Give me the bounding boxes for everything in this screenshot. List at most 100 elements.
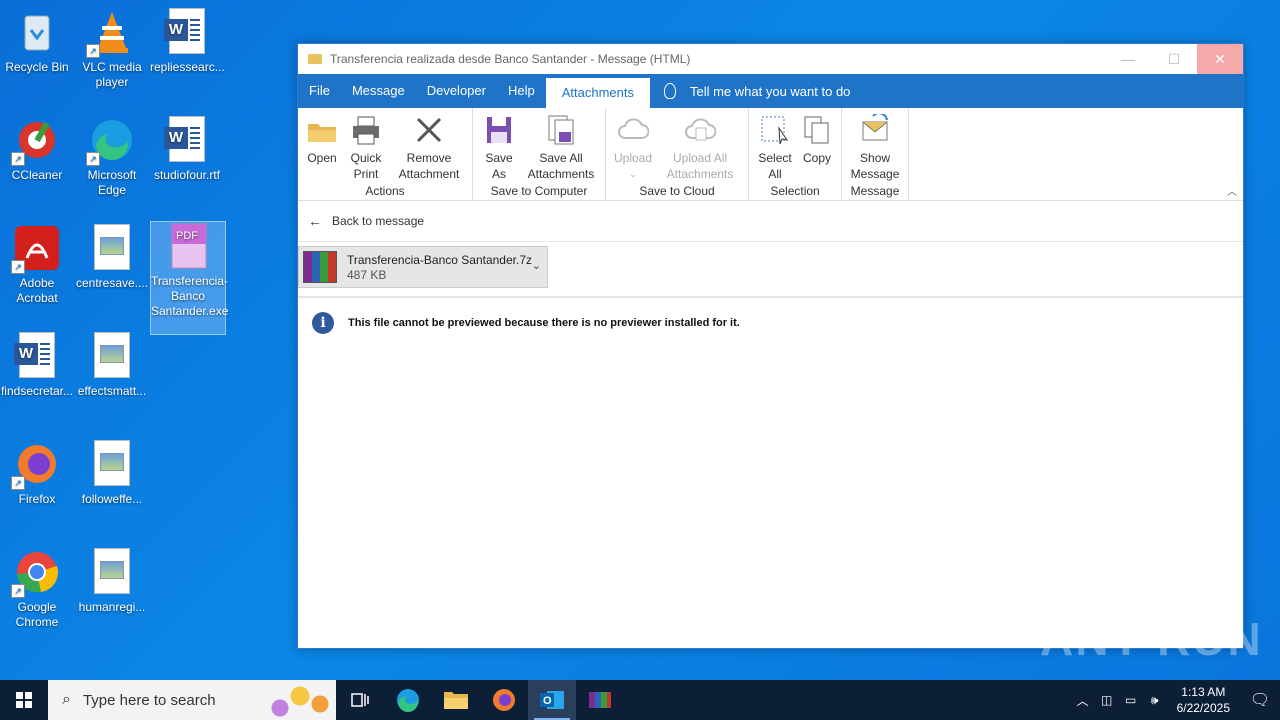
desktop-icon-label: Transferencia-Banco Santander.exe	[151, 274, 229, 318]
attachment-name: Transferencia-Banco Santander.7z	[347, 253, 532, 267]
svg-text:O: O	[543, 695, 552, 707]
desktop-icon-transferencia-exe[interactable]: PDF Transferencia-Banco Santander.exe	[150, 221, 229, 335]
notifications-icon[interactable]: 🗨	[1240, 690, 1280, 710]
clock-date: 6/22/2025	[1176, 701, 1230, 715]
taskbar-edge-button[interactable]	[384, 680, 432, 720]
tab-attachments[interactable]: Attachments	[545, 78, 650, 108]
start-button[interactable]	[0, 680, 48, 720]
desktop-icon-adobe-acrobat[interactable]: ↗ Adobe Acrobat	[0, 224, 74, 306]
show-message-icon	[859, 112, 891, 146]
desktop-icon-centresave[interactable]: centresave....	[75, 224, 149, 291]
desktop-icon-vlc[interactable]: ↗ VLC media player	[75, 8, 149, 90]
chevron-down-icon[interactable]: ⌄	[532, 259, 541, 272]
taskbar-file-explorer-button[interactable]	[432, 680, 480, 720]
search-placeholder: Type here to search	[82, 691, 216, 709]
meet-now-icon[interactable]: ◫	[1095, 693, 1119, 707]
close-button[interactable]: ✕	[1197, 44, 1243, 74]
taskbar-winrar-button[interactable]	[576, 680, 624, 720]
preview-message-text: This file cannot be previewed because th…	[348, 317, 740, 329]
copy-icon	[801, 114, 833, 146]
image-file-icon	[88, 332, 136, 380]
quick-print-button[interactable]: Quick Print	[342, 112, 390, 184]
ribbon-group-selection: Select All Copy Selection	[749, 108, 843, 200]
chevron-up-icon[interactable]: ︿	[1071, 692, 1095, 709]
folder-icon	[444, 692, 468, 709]
tab-developer[interactable]: Developer	[416, 74, 497, 108]
back-to-message-link[interactable]: ← Back to message	[298, 201, 1243, 242]
tab-help[interactable]: Help	[497, 74, 546, 108]
taskbar-outlook-button[interactable]: O	[528, 680, 576, 720]
upload-label: Upload	[614, 151, 653, 165]
quick-print-label: Quick Print	[350, 151, 382, 181]
acrobat-icon: ↗	[11, 224, 61, 274]
attachment-item[interactable]: Transferencia-Banco Santander.7z 487 KB …	[298, 246, 548, 288]
window-title: Transferencia realizada desde Banco Sant…	[330, 52, 691, 66]
copy-label: Copy	[803, 151, 832, 165]
desktop-icon-repliessearc[interactable]: W repliessearc...	[150, 8, 225, 75]
shortcut-arrow-icon: ↗	[86, 152, 100, 166]
maximize-button[interactable]: ☐	[1151, 44, 1197, 74]
minimize-button[interactable]: —	[1105, 44, 1151, 74]
lightbulb-icon	[663, 83, 676, 99]
recycle-bin-icon	[13, 8, 61, 56]
save-all-attachments-button[interactable]: Save All Attachments	[521, 112, 601, 184]
word-document-icon: W	[13, 332, 61, 380]
shortcut-arrow-icon: ↗	[11, 476, 25, 490]
back-arrow-icon: ←	[308, 213, 322, 229]
save-all-attachments-label: Save All Attachments	[527, 151, 595, 181]
desktop-icon-label: followeffe...	[81, 492, 143, 506]
info-icon: i	[312, 312, 334, 334]
save-disk-icon	[483, 114, 515, 146]
select-all-label: Select All	[758, 151, 792, 181]
tab-message[interactable]: Message	[341, 74, 416, 108]
edge-icon	[397, 689, 419, 713]
system-tray: ︿ ◫ ▭ 🕪 1:13 AM 6/22/2025 🗨	[1071, 684, 1280, 716]
desktop-icon-ccleaner[interactable]: ↗ CCleaner	[0, 116, 74, 183]
remove-attachment-label: Remove Attachment	[398, 151, 460, 181]
desktop-icon-label: effectsmatt...	[77, 384, 147, 398]
remove-attachment-button[interactable]: Remove Attachment	[390, 112, 468, 184]
image-file-icon	[88, 224, 136, 272]
network-icon[interactable]: ▭	[1119, 693, 1143, 707]
desktop-icon-label: studiofour.rtf	[153, 168, 221, 182]
pdf-disguised-exe-icon: PDF	[164, 222, 212, 270]
tell-me-search[interactable]: Tell me what you want to do	[650, 74, 850, 108]
collapse-ribbon-icon[interactable]: ︿	[1227, 183, 1237, 198]
desktop-icon-label: Google Chrome	[15, 600, 59, 629]
upload-button[interactable]: Upload ⌄	[610, 112, 656, 184]
firefox-icon: ↗	[11, 440, 61, 490]
tab-file[interactable]: File	[298, 74, 341, 108]
copy-button[interactable]: Copy	[797, 112, 837, 184]
taskbar-firefox-button[interactable]	[480, 680, 528, 720]
desktop-icon-effectsmatt[interactable]: effectsmatt...	[75, 332, 149, 399]
group-label: Selection	[770, 184, 820, 198]
chrome-icon: ↗	[11, 548, 61, 598]
edge-icon: ↗	[86, 116, 136, 166]
upload-all-attachments-button[interactable]: Upload All Attachments	[656, 112, 744, 184]
desktop-icon-recycle-bin[interactable]: Recycle Bin	[0, 8, 74, 75]
save-as-button[interactable]: Save As	[477, 112, 521, 184]
desktop-icon-findsecretar[interactable]: W findsecretar...	[0, 332, 74, 399]
outlook-message-window: Transferencia realizada desde Banco Sant…	[297, 43, 1244, 649]
taskbar: ⌕ Type here to search O ︿ ◫ ▭ 🕪 1:13 AM …	[0, 680, 1280, 720]
group-label: Message	[850, 184, 900, 198]
volume-icon[interactable]: 🕪	[1143, 693, 1167, 708]
desktop-icon-google-chrome[interactable]: ↗ Google Chrome	[0, 548, 74, 630]
select-all-button[interactable]: Select All	[753, 112, 797, 184]
cloud-icon	[617, 114, 650, 146]
desktop-icon-humanregi[interactable]: humanregi...	[75, 548, 149, 615]
task-view-button[interactable]	[336, 680, 384, 720]
group-label: Save to Computer	[490, 184, 588, 198]
desktop-icon-studiofour[interactable]: W studiofour.rtf	[150, 116, 224, 183]
desktop-icon-edge[interactable]: ↗ Microsoft Edge	[75, 116, 149, 198]
desktop-icon-firefox[interactable]: ↗ Firefox	[0, 440, 74, 507]
desktop-icon-label: Adobe Acrobat	[16, 276, 58, 305]
show-message-button[interactable]: Show Message	[846, 112, 904, 184]
desktop-icon-followeffe[interactable]: followeffe...	[75, 440, 149, 507]
shortcut-arrow-icon: ↗	[86, 44, 100, 58]
taskbar-search-box[interactable]: ⌕ Type here to search	[48, 680, 336, 720]
desktop-icon-label: repliessearc...	[150, 60, 225, 74]
clock[interactable]: 1:13 AM 6/22/2025	[1167, 684, 1240, 716]
open-button[interactable]: Open	[302, 112, 342, 184]
firefox-icon	[493, 689, 515, 711]
